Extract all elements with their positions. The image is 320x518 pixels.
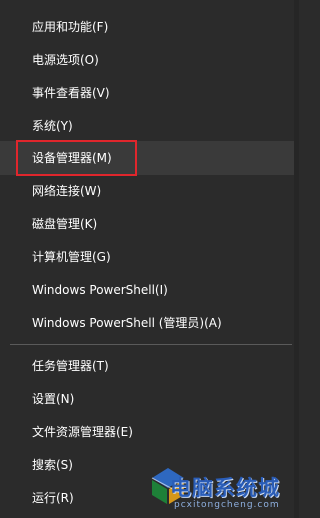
menu-separator <box>10 344 292 345</box>
menu-item-windows-powershell[interactable]: Windows PowerShell(I) <box>0 273 294 307</box>
menu-item-system[interactable]: 系统(Y) <box>0 109 294 143</box>
menu-item-apps-and-features[interactable]: 应用和功能(F) <box>0 10 294 44</box>
menu-item-disk-management[interactable]: 磁盘管理(K) <box>0 207 294 241</box>
menu-item-run[interactable]: 运行(R) <box>0 481 294 515</box>
context-menu: 应用和功能(F) 电源选项(O) 事件查看器(V) 系统(Y) 设备管理器(M)… <box>0 0 299 518</box>
menu-item-device-manager[interactable]: 设备管理器(M) <box>0 141 294 175</box>
menu-item-windows-powershell-admin[interactable]: Windows PowerShell (管理员)(A) <box>0 306 294 340</box>
menu-edge <box>294 0 299 518</box>
menu-item-settings[interactable]: 设置(N) <box>0 382 294 416</box>
menu-item-file-explorer[interactable]: 文件资源管理器(E) <box>0 415 294 449</box>
menu-item-power-options[interactable]: 电源选项(O) <box>0 43 294 77</box>
menu-item-search[interactable]: 搜索(S) <box>0 448 294 482</box>
menu-item-network-connections[interactable]: 网络连接(W) <box>0 174 294 208</box>
menu-item-computer-management[interactable]: 计算机管理(G) <box>0 240 294 274</box>
menu-item-event-viewer[interactable]: 事件查看器(V) <box>0 76 294 110</box>
menu-item-task-manager[interactable]: 任务管理器(T) <box>0 349 294 383</box>
